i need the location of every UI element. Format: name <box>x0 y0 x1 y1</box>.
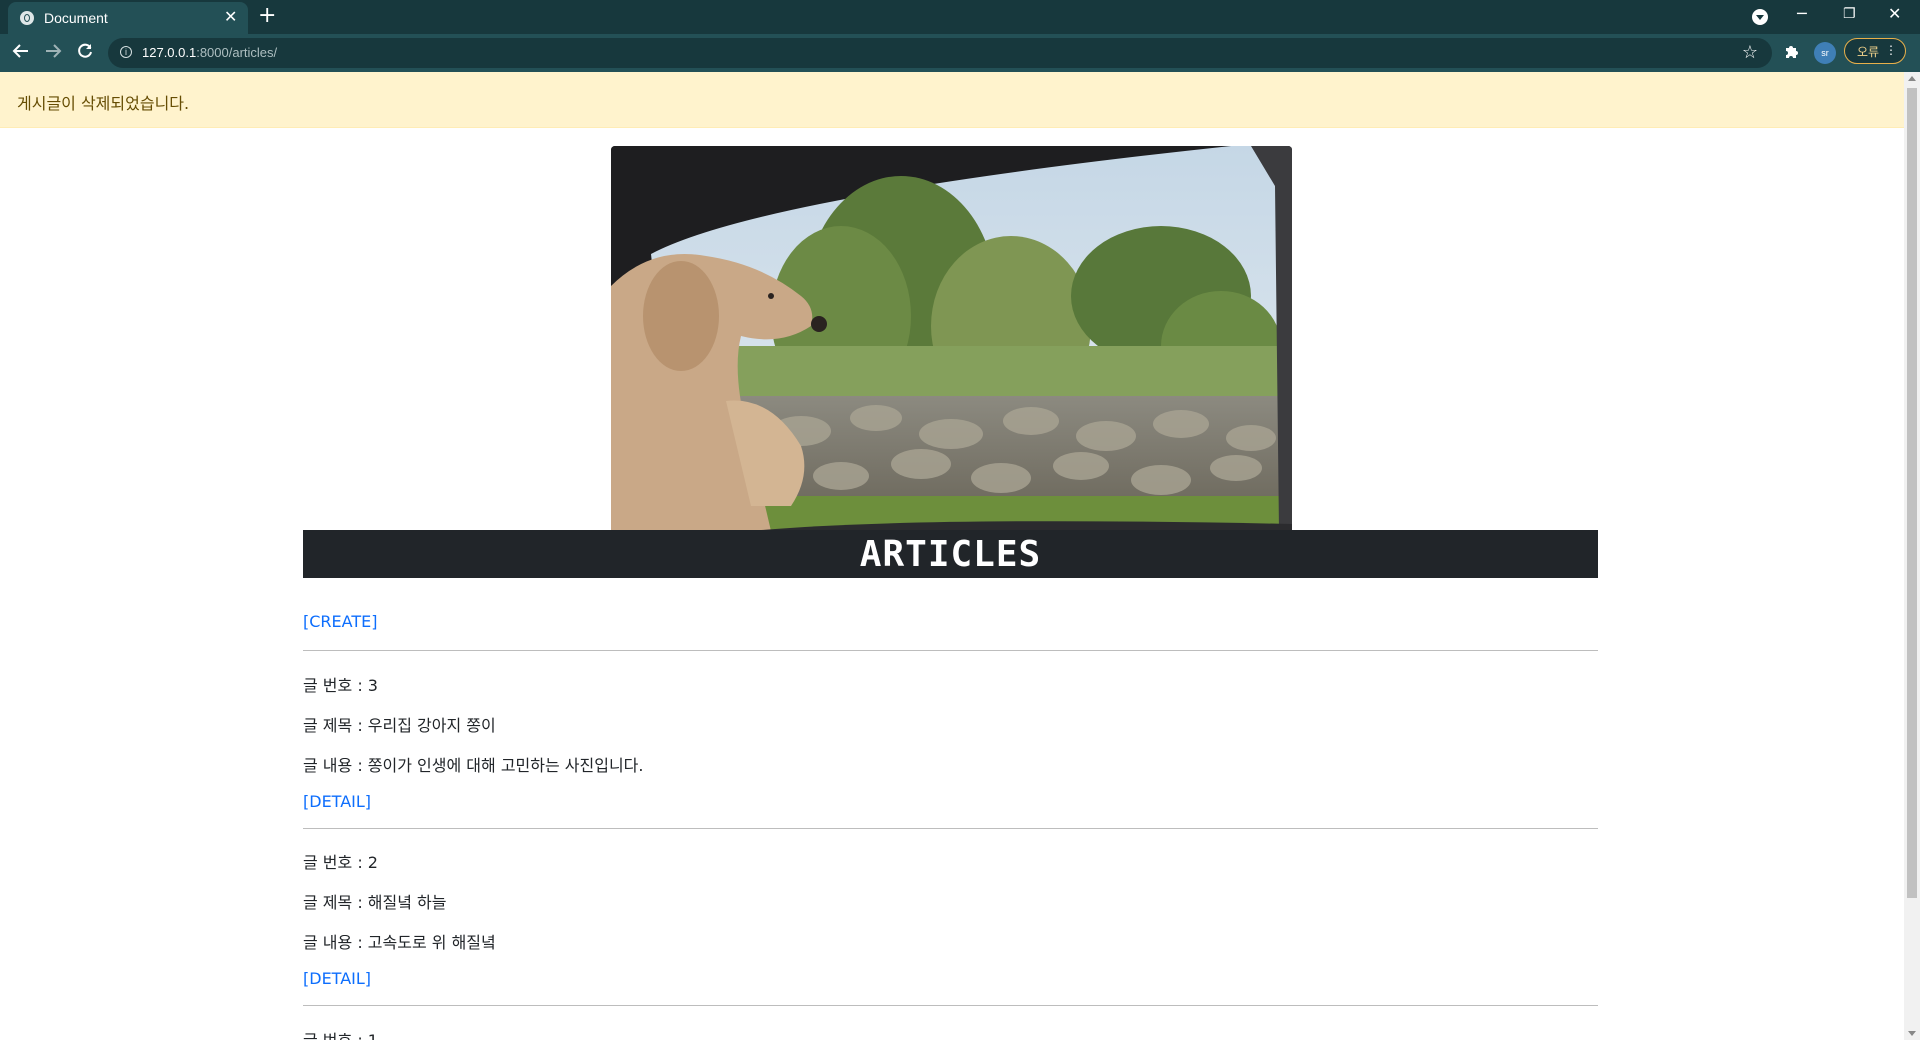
arrow-right-icon[interactable] <box>44 42 62 65</box>
new-tab-button[interactable]: + <box>258 4 276 28</box>
close-window-button[interactable]: ✕ <box>1888 4 1901 24</box>
globe-icon <box>20 11 34 25</box>
arrow-left-icon[interactable] <box>12 42 30 65</box>
article-number: 글 번호 : 1 <box>303 1027 378 1040</box>
tab-search-icon[interactable] <box>1752 9 1768 25</box>
article-number: 글 번호 : 2 <box>303 853 378 872</box>
url-host: 127.0.0.1 <box>142 45 197 60</box>
close-tab-icon[interactable]: ✕ <box>224 8 237 26</box>
page-viewport: 게시글이 삭제되었습니다. ARTICLES [CREATE] 글 번호: 3… <box>0 72 1904 1040</box>
detail-link[interactable]: [DETAIL] <box>303 792 371 811</box>
restore-button[interactable]: ❐ <box>1843 4 1856 24</box>
page-header: ARTICLES <box>303 530 1598 578</box>
tab-document[interactable]: Document ✕ <box>8 2 248 34</box>
divider <box>303 650 1598 651</box>
scroll-down-icon[interactable] <box>1908 1031 1916 1036</box>
tab-title: Document <box>44 10 108 26</box>
error-label: 오류 <box>1857 45 1880 59</box>
divider <box>303 828 1598 829</box>
divider <box>303 1005 1598 1006</box>
browser-toolbar: i 127.0.0.1:8000/articles/ ☆ sr 오류 ⋮ <box>0 34 1920 72</box>
avatar[interactable]: sr <box>1814 42 1836 64</box>
star-icon[interactable]: ☆ <box>1742 42 1758 63</box>
tab-strip: Document ✕ + ─ ❐ ✕ <box>0 0 1920 34</box>
create-link[interactable]: [CREATE] <box>303 612 377 631</box>
address-bar[interactable]: i 127.0.0.1:8000/articles/ ☆ <box>108 38 1772 68</box>
alert-banner: 게시글이 삭제되었습니다. <box>0 72 1904 128</box>
profile-error-chip[interactable]: 오류 ⋮ <box>1844 38 1906 64</box>
article-content: 글 내용 : 쫑이가 인생에 대해 고민하는 사진입니다. <box>303 756 644 775</box>
url-text: 127.0.0.1:8000/articles/ <box>142 45 277 60</box>
article-number: 글 번호 : 3 <box>303 676 378 695</box>
puzzle-icon[interactable] <box>1784 43 1800 64</box>
minimize-button[interactable]: ─ <box>1797 4 1807 24</box>
hero-image <box>611 146 1292 531</box>
more-vert-icon[interactable]: ⋮ <box>1885 43 1897 57</box>
page-title: ARTICLES <box>859 534 1042 575</box>
detail-link[interactable]: [DETAIL] <box>303 969 371 988</box>
article-title: 글 제목 : 해질녘 하늘 <box>303 893 447 912</box>
alert-message: 게시글이 삭제되었습니다. <box>17 94 190 113</box>
article-title: 글 제목 : 우리집 강아지 쫑이 <box>303 716 496 735</box>
vertical-scrollbar[interactable] <box>1904 72 1920 1040</box>
info-icon[interactable]: i <box>120 46 132 58</box>
article-content: 글 내용 : 고속도로 위 해질녘 <box>303 933 496 952</box>
scroll-thumb[interactable] <box>1907 88 1917 898</box>
scroll-up-icon[interactable] <box>1908 76 1916 81</box>
url-path: :8000/articles/ <box>196 45 278 60</box>
reload-icon[interactable] <box>76 42 94 65</box>
